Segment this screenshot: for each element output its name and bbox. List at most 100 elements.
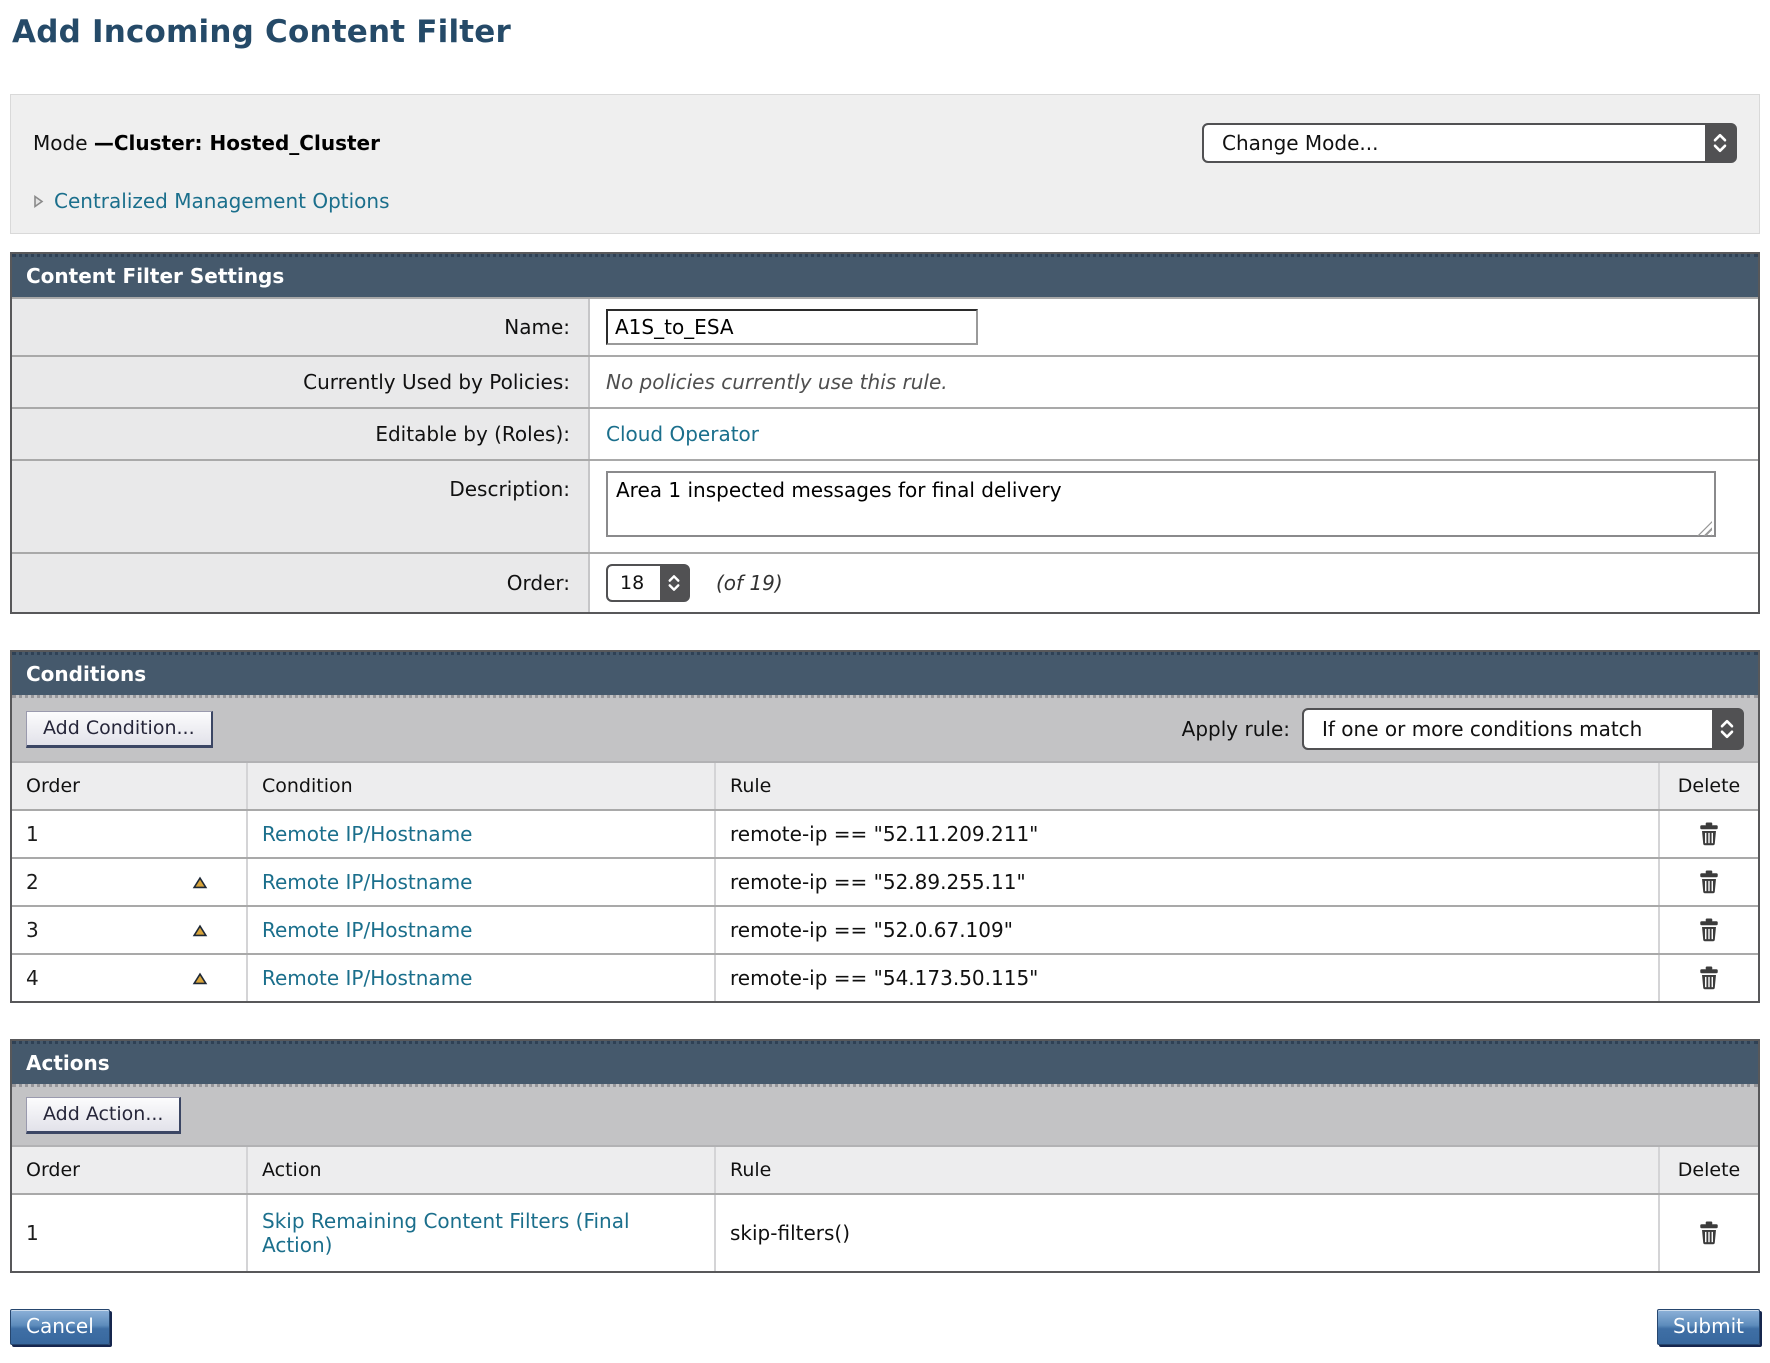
action-rule-cell: skip-filters() (714, 1195, 1658, 1271)
condition-rule-cell: remote-ip == "52.89.255.11" (714, 859, 1658, 905)
condition-cell: Remote IP/Hostname (246, 811, 714, 857)
footer-buttons: Cancel Submit (10, 1309, 1760, 1353)
apply-rule-select[interactable]: If one or more conditions match (1302, 708, 1744, 750)
condition-table-row: 1 Remote IP/Hostname remote-ip == "52.11… (12, 809, 1758, 857)
condition-order-value: 1 (26, 822, 39, 846)
description-row: Description: Area 1 inspected messages f… (12, 459, 1758, 552)
rule-text: remote-ip == "52.89.255.11" (730, 870, 1026, 894)
actions-toolbar: Add Action... (12, 1084, 1758, 1145)
col-header-rule: Rule (714, 763, 1658, 809)
condition-link[interactable]: Remote IP/Hostname (262, 966, 472, 990)
apply-rule-group: Apply rule: If one or more conditions ma… (1182, 708, 1744, 750)
roles-row: Editable by (Roles): Cloud Operator (12, 407, 1758, 459)
mode-text: Mode —Cluster: Hosted_Cluster (33, 131, 380, 155)
add-condition-button[interactable]: Add Condition... (26, 711, 213, 748)
centralized-management-row: Centralized Management Options (33, 189, 1737, 213)
conditions-section: Conditions Add Condition... Apply rule: … (10, 650, 1760, 1003)
name-row: Name: (12, 297, 1758, 355)
move-up-button[interactable] (192, 924, 208, 937)
conditions-toolbar: Add Condition... Apply rule: If one or m… (12, 695, 1758, 761)
delete-condition-button[interactable] (1698, 966, 1720, 990)
condition-rule-cell: remote-ip == "54.173.50.115" (714, 955, 1658, 1001)
condition-table-row: 3 Remote IP/Hostname remote-ip == "52.0.… (12, 905, 1758, 953)
condition-cell: Remote IP/Hostname (246, 859, 714, 905)
condition-order-cell: 2 (12, 859, 246, 905)
action-table-row: 1 Skip Remaining Content Filters (Final … (12, 1193, 1758, 1271)
conditions-table-header: Order Condition Rule Delete (12, 761, 1758, 809)
condition-order-value: 4 (26, 966, 39, 990)
condition-order-value: 2 (26, 870, 39, 894)
condition-link[interactable]: Remote IP/Hostname (262, 918, 472, 942)
policies-value: No policies currently use this rule. (606, 370, 948, 394)
delete-condition-button[interactable] (1698, 822, 1720, 846)
condition-order-cell: 4 (12, 955, 246, 1001)
description-label: Description: (12, 461, 590, 552)
condition-rule-cell: remote-ip == "52.11.209.211" (714, 811, 1658, 857)
rule-text: remote-ip == "54.173.50.115" (730, 966, 1038, 990)
select-stepper-icon (1705, 125, 1735, 161)
condition-order-cell: 3 (12, 907, 246, 953)
move-up-button[interactable] (192, 972, 208, 985)
move-up-icon (192, 877, 208, 892)
order-select-value: 18 (608, 566, 660, 600)
trash-icon (1698, 1233, 1720, 1248)
delete-action-button[interactable] (1698, 1221, 1720, 1245)
trash-icon (1698, 978, 1720, 993)
name-label: Name: (12, 299, 590, 355)
move-up-button[interactable] (192, 876, 208, 889)
col-header-order: Order (12, 1147, 246, 1193)
page: Add Incoming Content Filter Mode —Cluste… (0, 0, 1770, 1363)
description-textarea[interactable]: Area 1 inspected messages for final deli… (606, 471, 1716, 537)
policies-label: Currently Used by Policies: (12, 357, 590, 407)
col-header-order: Order (12, 763, 246, 809)
action-order-value: 1 (26, 1221, 39, 1245)
condition-link[interactable]: Remote IP/Hostname (262, 822, 472, 846)
order-of-total: (of 19) (716, 571, 783, 595)
trash-icon (1698, 834, 1720, 849)
actions-section-header: Actions (12, 1041, 1758, 1084)
mode-value: —Cluster: Hosted_Cluster (94, 131, 380, 155)
change-mode-select-value: Change Mode... (1204, 125, 1705, 161)
actions-section: Actions Add Action... Order Action Rule … (10, 1039, 1760, 1273)
condition-link[interactable]: Remote IP/Hostname (262, 870, 472, 894)
name-input[interactable] (606, 309, 978, 345)
rule-text: remote-ip == "52.0.67.109" (730, 918, 1013, 942)
mode-row: Mode —Cluster: Hosted_Cluster Change Mod… (33, 123, 1737, 163)
change-mode-select[interactable]: Change Mode... (1202, 123, 1737, 163)
add-action-button[interactable]: Add Action... (26, 1097, 181, 1134)
col-header-condition: Condition (246, 763, 714, 809)
trash-icon (1698, 882, 1720, 897)
action-link[interactable]: Skip Remaining Content Filters (Final Ac… (262, 1209, 700, 1257)
submit-button[interactable]: Submit (1657, 1309, 1760, 1345)
delete-condition-button[interactable] (1698, 870, 1720, 894)
description-textarea-wrap: Area 1 inspected messages for final deli… (606, 471, 1716, 542)
expand-triangle-icon[interactable] (33, 194, 44, 209)
condition-table-row: 4 Remote IP/Hostname remote-ip == "54.17… (12, 953, 1758, 1001)
condition-order-cell: 1 (12, 811, 246, 857)
mode-panel: Mode —Cluster: Hosted_Cluster Change Mod… (10, 94, 1760, 234)
move-up-icon (192, 925, 208, 940)
rule-text: remote-ip == "52.11.209.211" (730, 822, 1038, 846)
centralized-management-link[interactable]: Centralized Management Options (54, 189, 390, 213)
condition-table-row: 2 Remote IP/Hostname remote-ip == "52.89… (12, 857, 1758, 905)
order-label: Order: (12, 554, 590, 612)
condition-delete-cell (1658, 955, 1758, 1001)
condition-cell: Remote IP/Hostname (246, 907, 714, 953)
mode-label: Mode (33, 131, 94, 155)
roles-value-link[interactable]: Cloud Operator (606, 422, 759, 446)
condition-delete-cell (1658, 811, 1758, 857)
order-row: Order: 18 (of 19) (12, 552, 1758, 612)
cancel-button[interactable]: Cancel (10, 1309, 110, 1345)
delete-condition-button[interactable] (1698, 918, 1720, 942)
condition-cell: Remote IP/Hostname (246, 955, 714, 1001)
order-select[interactable]: 18 (606, 564, 690, 602)
condition-delete-cell (1658, 907, 1758, 953)
action-delete-cell (1658, 1195, 1758, 1271)
select-stepper-icon (1712, 710, 1742, 748)
settings-section-header: Content Filter Settings (12, 254, 1758, 297)
col-header-action: Action (246, 1147, 714, 1193)
actions-table-header: Order Action Rule Delete (12, 1145, 1758, 1193)
conditions-table-body: 1 Remote IP/Hostname remote-ip == "52.11… (12, 809, 1758, 1001)
condition-order-value: 3 (26, 918, 39, 942)
action-cell: Skip Remaining Content Filters (Final Ac… (246, 1195, 714, 1271)
